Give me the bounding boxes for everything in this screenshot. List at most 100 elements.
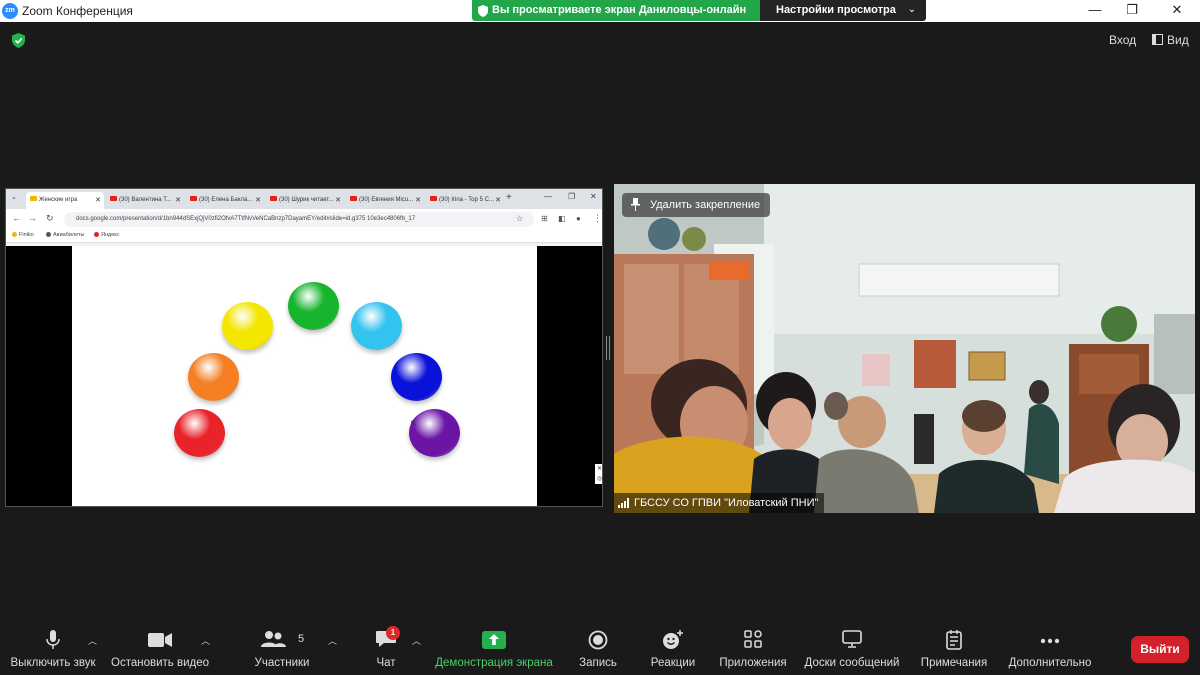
bookmark-finiko[interactable]: Finiko [12,232,34,238]
participants-label: Участники [254,657,310,669]
tab-label: (30) Irina - Top 5 C... [439,197,494,203]
browser-minimize-icon[interactable]: — [544,192,552,201]
apps-button[interactable]: Приложения [716,620,790,675]
audio-options-caret-icon[interactable]: ︿ [88,634,97,647]
close-tab-icon[interactable]: ✕ [495,192,501,209]
browser-address-row: ← → ↻ docs.google.com/presentation/d/1bn… [6,209,602,230]
enter-fullscreen-button[interactable]: Вход [1103,31,1142,51]
chat-button[interactable]: 1 Чат [360,620,412,675]
whiteboards-button[interactable]: Доски сообщений [800,620,904,675]
more-label: Дополнительно [1008,657,1092,669]
zoom-logo-icon: zm [2,3,18,19]
finiko-icon [12,232,17,237]
participant-video[interactable]: Удалить закрепление ГБССУ СО ГПВИ "Илова… [614,184,1195,513]
close-tab-icon[interactable]: ✕ [255,192,261,209]
browser-tab-2[interactable]: (30) Валентина Т... ✕ [106,192,184,209]
bookmark-star-icon[interactable]: ☆ [516,214,523,223]
close-tab-icon[interactable]: ✕ [415,192,421,209]
leave-button[interactable]: Выйти [1131,636,1189,663]
youtube-icon [350,196,357,201]
profile-icon[interactable]: ● [576,214,581,223]
forward-arrow-icon[interactable]: → [28,213,37,223]
cast-icon[interactable]: ⊞ [541,214,548,223]
signal-strength-icon [618,498,630,508]
classroom-video-feed [614,184,1195,513]
apps-label: Приложения [719,657,787,669]
share-screen-button[interactable]: Демонстрация экрана [432,620,556,675]
pin-icon [631,198,640,211]
settings-side-icon[interactable]: ◎ [595,474,602,484]
tab-list-chevron-icon[interactable]: ⌄ [11,193,17,201]
reactions-smiley-icon [663,630,683,649]
browser-tab-6[interactable]: (30) Irina - Top 5 C... ✕ [426,192,504,209]
back-arrow-icon[interactable]: ← [12,213,21,223]
shared-screen[interactable]: ⌄ Женские игра ✕ (30) Валентина Т... ✕ (30… [5,188,603,507]
stop-video-button[interactable]: Остановить видео [108,620,212,675]
sidepanel-icon[interactable]: ◧ [558,214,566,223]
bookmark-aviabilety[interactable]: Авиабилеты [46,232,85,238]
red-circle [174,409,225,457]
slides-icon [30,196,37,201]
video-options-caret-icon[interactable]: ︿ [201,634,210,647]
reload-icon[interactable]: ↻ [46,213,54,224]
whiteboard-icon [842,630,862,648]
youtube-icon [430,196,437,201]
browser-tab-4[interactable]: (30) Шурик читает... ✕ [266,192,344,209]
browser-tab-5[interactable]: (30) Евгения Micu... ✕ [346,192,424,209]
share-screen-icon [482,631,506,649]
close-tab-icon[interactable]: ✕ [95,192,101,209]
chat-options-caret-icon[interactable]: ︿ [412,634,421,647]
close-tab-icon[interactable]: ✕ [335,192,341,209]
close-button[interactable]: ✕ [1157,0,1197,21]
presentation-slide: ↖ [72,246,537,506]
close-side-icon[interactable]: ✕ [595,464,602,474]
notes-button[interactable]: Примечания [916,620,992,675]
unpin-button[interactable]: Удалить закрепление [622,193,771,217]
microphone-icon [46,630,60,649]
blue-circle [391,353,442,401]
browser-tab-3[interactable]: (30) Елена Бакла... ✕ [186,192,264,209]
reactions-button[interactable]: Реакции [644,620,702,675]
yandex-icon [94,232,99,237]
tab-label: (30) Елена Бакла... [199,197,253,203]
encryption-shield-icon[interactable] [12,33,25,48]
browser-tab-strip: ⌄ Женские игра ✕ (30) Валентина Т... ✕ (30… [6,189,602,209]
participants-button[interactable]: 5 Участники [248,620,316,675]
browser-tab-1[interactable]: Женские игра ✕ [26,192,104,209]
record-label: Запись [579,657,617,669]
chat-unread-badge: 1 [386,626,400,640]
minimize-button[interactable]: — [1075,0,1115,21]
bookmark-label: Авиабилеты [53,232,85,238]
maximize-button[interactable]: ❐ [1112,0,1152,21]
mouse-cursor-icon: ↖ [410,418,418,428]
tab-label: Женские игра [39,197,78,203]
close-tab-icon[interactable]: ✕ [175,192,181,209]
more-button[interactable]: Дополнительно [1004,620,1096,675]
mute-button[interactable]: Выключить звук [4,620,102,675]
youtube-icon [190,196,197,201]
new-tab-plus-icon[interactable]: + [506,192,512,203]
browser-restore-icon[interactable]: ❐ [568,192,575,201]
view-button[interactable]: Вид [1148,31,1193,51]
address-bar[interactable]: docs.google.com/presentation/d/1bn944dSE… [64,212,534,227]
record-button[interactable]: Запись [572,620,624,675]
view-settings-button[interactable]: Настройки просмотра ⌄ [760,0,926,21]
video-camera-icon [148,633,172,647]
participants-options-caret-icon[interactable]: ︿ [328,634,337,647]
slides-side-controls: ✕ ◎ [595,464,602,484]
unpin-label: Удалить закрепление [650,199,761,211]
title-bar: zm Zoom Конференция Вы просматриваете эк… [0,0,1200,22]
yellow-circle [222,302,273,350]
browser-close-icon[interactable]: ✕ [590,192,597,201]
youtube-icon [270,196,277,201]
panel-splitter-handle[interactable] [606,336,610,360]
bookmark-yandex[interactable]: Яндекс [94,232,120,238]
slide-viewport: ↖ ✕ ◎ [6,246,602,506]
chevron-down-icon: ⌄ [907,4,916,15]
view-settings-label: Настройки просмотра [776,4,896,16]
share-banner: Вы просматриваете экран Даниловцы-онлайн [472,0,760,21]
whiteboards-label: Доски сообщений [804,657,900,669]
youtube-icon [110,196,117,201]
browser-menu-icon[interactable]: ⋮ [593,213,602,224]
share-screen-label: Демонстрация экрана [435,657,553,669]
